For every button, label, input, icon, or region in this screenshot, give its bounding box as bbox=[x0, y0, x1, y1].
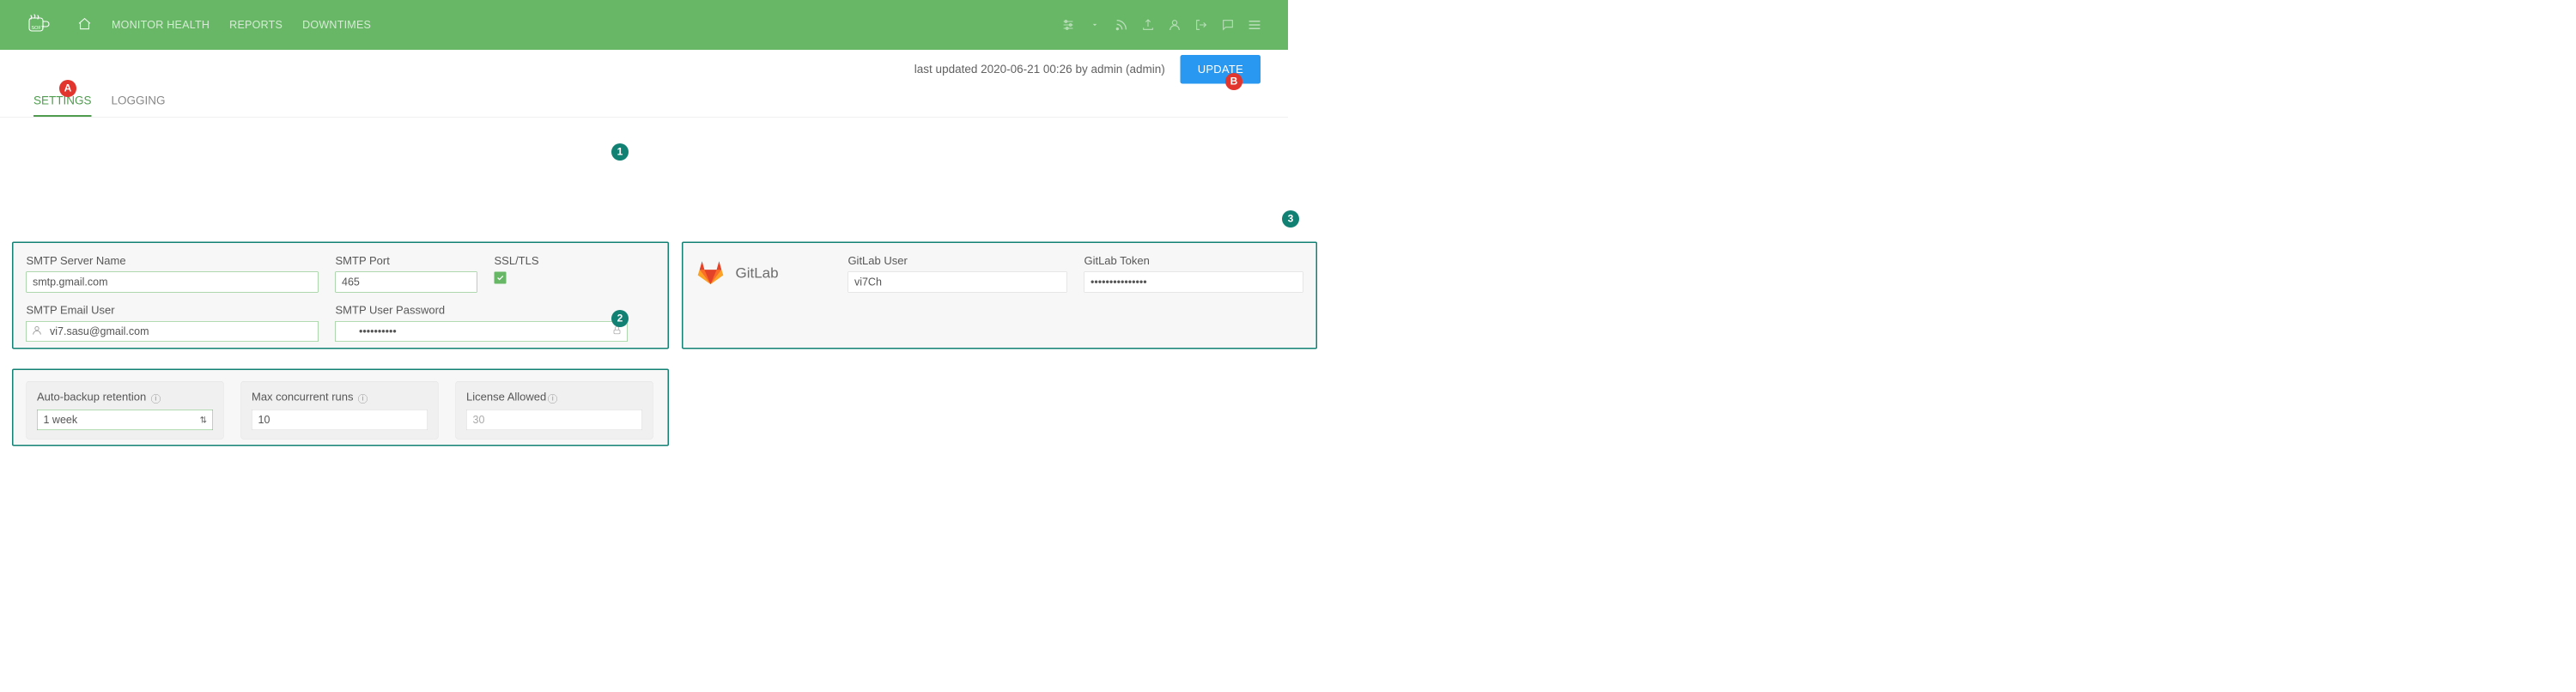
rss-icon[interactable] bbox=[1114, 17, 1129, 33]
last-updated-text: last updated 2020-06-21 00:26 by admin (… bbox=[914, 63, 1165, 76]
tab-settings[interactable]: SETTINGS bbox=[33, 94, 92, 118]
logout-icon[interactable] bbox=[1194, 17, 1209, 33]
license-allowed-label: License Allowedi bbox=[466, 391, 642, 404]
topbar: SOFT MONITOR HEALTH REPORTS DOWNTIMES bbox=[0, 0, 1288, 50]
update-button[interactable]: UPDATE bbox=[1181, 55, 1261, 84]
smtp-server-input[interactable] bbox=[27, 272, 319, 293]
brand-logo: SOFT bbox=[26, 12, 52, 38]
gitlab-brand: GitLab bbox=[696, 254, 831, 293]
main-nav: MONITOR HEALTH REPORTS DOWNTIMES bbox=[77, 16, 371, 33]
runtime-card: Auto-backup retention i 1 week Max concu… bbox=[12, 369, 669, 446]
tabs: SETTINGS LOGGING bbox=[0, 84, 1288, 118]
user-icon[interactable] bbox=[1167, 17, 1182, 33]
hamburger-icon[interactable] bbox=[1247, 17, 1262, 33]
smtp-port-input[interactable] bbox=[336, 272, 477, 293]
person-icon bbox=[32, 325, 43, 338]
gitlab-card: GitLab GitLab User GitLab Token bbox=[682, 242, 1317, 349]
annotation-1: 1 bbox=[611, 143, 629, 161]
gitlab-logo-icon bbox=[696, 258, 726, 289]
max-concurrent-input[interactable] bbox=[252, 410, 428, 430]
smtp-port-label: SMTP Port bbox=[336, 254, 477, 268]
info-icon[interactable]: i bbox=[151, 394, 161, 404]
upload-icon[interactable] bbox=[1140, 17, 1156, 33]
gitlab-user-input[interactable] bbox=[848, 272, 1066, 293]
nav-monitor-health[interactable]: MONITOR HEALTH bbox=[112, 19, 210, 32]
gitlab-token-input[interactable] bbox=[1084, 272, 1303, 293]
smtp-server-label: SMTP Server Name bbox=[27, 254, 319, 268]
chat-icon[interactable] bbox=[1220, 17, 1236, 33]
license-allowed-input bbox=[466, 410, 642, 430]
annotation-b: B bbox=[1225, 73, 1242, 90]
svg-text:SOFT: SOFT bbox=[32, 26, 45, 31]
backup-retention-select[interactable]: 1 week bbox=[37, 410, 213, 430]
ssl-tls-label: SSL/TLS bbox=[495, 254, 572, 268]
nav-reports[interactable]: REPORTS bbox=[229, 19, 283, 32]
caret-down-icon[interactable] bbox=[1087, 17, 1103, 33]
info-icon[interactable]: i bbox=[358, 394, 368, 404]
smtp-email-user-label: SMTP Email User bbox=[27, 304, 319, 318]
smtp-password-label: SMTP User Password bbox=[336, 304, 628, 318]
subheader: last updated 2020-06-21 00:26 by admin (… bbox=[0, 50, 1288, 84]
topbar-right-icons bbox=[1060, 17, 1262, 33]
annotation-3: 3 bbox=[1282, 210, 1299, 228]
annotation-a: A bbox=[59, 80, 76, 97]
info-icon[interactable]: i bbox=[548, 394, 557, 404]
smtp-email-user-input[interactable] bbox=[27, 321, 319, 342]
sliders-icon[interactable] bbox=[1060, 17, 1076, 33]
tab-logging[interactable]: LOGGING bbox=[112, 94, 166, 118]
nav-downtimes[interactable]: DOWNTIMES bbox=[302, 19, 371, 32]
gitlab-token-label: GitLab Token bbox=[1084, 254, 1303, 268]
gitlab-user-label: GitLab User bbox=[848, 254, 1066, 268]
smtp-card: SMTP Server Name SMTP Port SSL/TLS SMTP … bbox=[12, 242, 669, 349]
smtp-password-input[interactable] bbox=[336, 321, 628, 342]
gitlab-brand-text: GitLab bbox=[736, 265, 779, 282]
ssl-tls-checkbox[interactable] bbox=[495, 272, 507, 284]
home-icon[interactable] bbox=[77, 16, 92, 33]
backup-retention-label: Auto-backup retention i bbox=[37, 391, 213, 404]
max-concurrent-label: Max concurrent runs i bbox=[252, 391, 428, 404]
annotation-2: 2 bbox=[611, 310, 629, 327]
